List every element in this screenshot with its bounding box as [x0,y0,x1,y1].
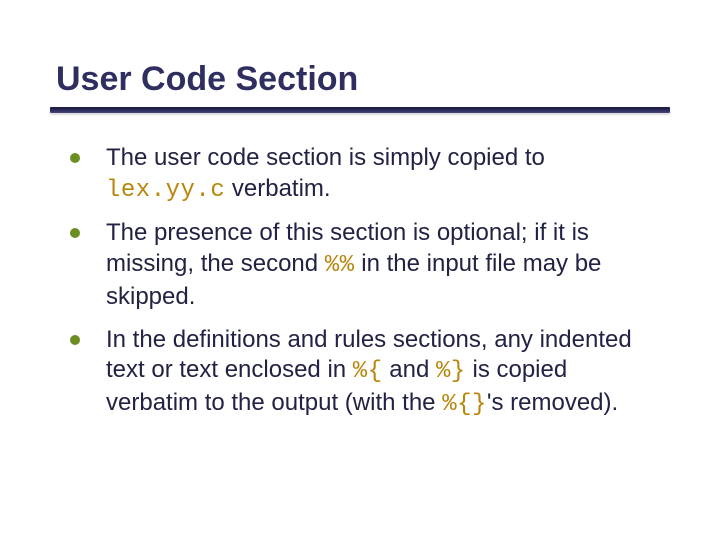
body-text: verbatim. [225,175,330,202]
code-span: %} [436,358,466,385]
body-text: The user code section is simply copied t… [106,144,545,171]
list-item: The presence of this section is optional… [70,218,660,312]
code-span: %{ [353,358,383,385]
page-title: User Code Section [50,60,670,99]
slide: User Code Section The user code section … [0,0,720,540]
title-underline [50,107,670,113]
list-item: The user code section is simply copied t… [70,143,660,206]
list-item: In the definitions and rules sections, a… [70,325,660,421]
code-span: lex.yy.c [106,177,225,204]
body-text: and [383,356,436,383]
code-span: %% [325,252,355,279]
bullet-list: The user code section is simply copied t… [50,143,670,421]
body-text: 's removed). [487,389,618,416]
code-span: %{} [442,391,487,418]
